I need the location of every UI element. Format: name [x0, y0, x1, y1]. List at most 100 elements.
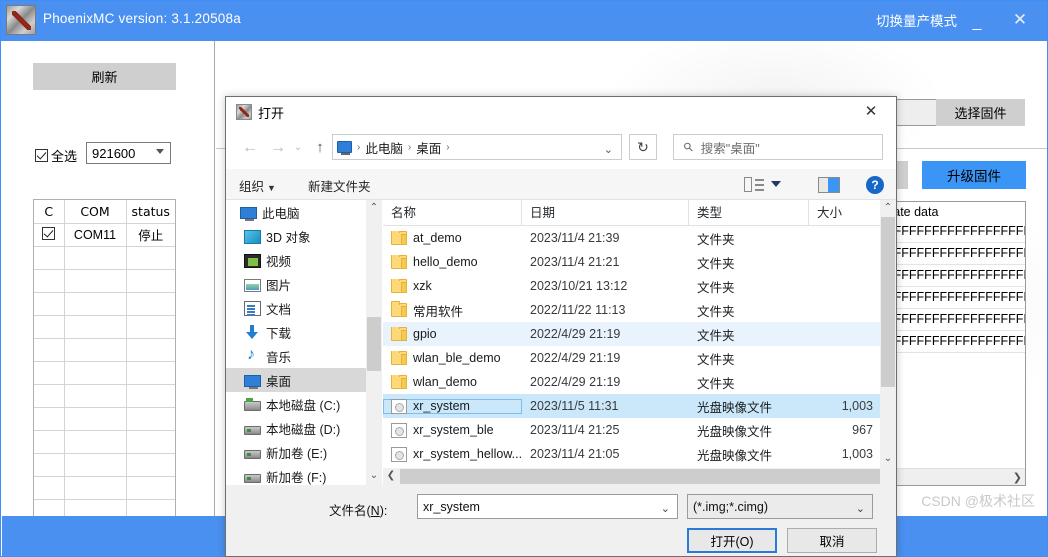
nav-item-documents[interactable]: 文档: [226, 296, 366, 320]
chevron-down-icon[interactable]: ⌄: [604, 143, 613, 156]
nav-item-volume-f[interactable]: 新加卷 (F:): [226, 464, 366, 485]
help-icon[interactable]: ?: [866, 176, 884, 194]
table-row[interactable]: [34, 407, 175, 431]
scroll-down-icon[interactable]: ⌄: [880, 451, 896, 468]
cancel-button[interactable]: 取消: [787, 528, 877, 553]
file-name-cell[interactable]: xr_system_hellow...: [383, 446, 522, 462]
file-row[interactable]: wlan_ble_demo 2022/4/29 21:19 文件夹: [383, 346, 896, 370]
file-row[interactable]: gpio 2022/4/29 21:19 文件夹: [383, 322, 896, 346]
upgrade-firmware-button[interactable]: 升级固件: [922, 161, 1026, 189]
navigation-pane[interactable]: 此电脑 3D 对象 视频 图片 文档 下载 ♪ 音乐 桌面 本地磁盘 (C:) …: [226, 200, 366, 485]
hex-panel-hscrollbar[interactable]: ❯: [884, 468, 1025, 485]
column-header-name[interactable]: 名称: [383, 199, 522, 226]
file-row-selected[interactable]: xr_system 2023/11/5 11:31 光盘映像文件 1,003: [383, 394, 896, 418]
search-input[interactable]: ⚲ 搜索"桌面": [673, 134, 883, 160]
table-row[interactable]: [34, 292, 175, 316]
nav-item-pictures[interactable]: 图片: [226, 272, 366, 296]
nav-item-local-disk-d[interactable]: 本地磁盘 (D:): [226, 416, 366, 440]
column-header-size[interactable]: 大小: [809, 200, 879, 226]
table-row[interactable]: [34, 476, 175, 500]
open-button[interactable]: 打开(O): [687, 528, 777, 553]
chevron-down-icon[interactable]: ⌄: [661, 502, 670, 515]
table-row[interactable]: [34, 246, 175, 270]
table-row[interactable]: [34, 384, 175, 408]
baudrate-select[interactable]: 921600: [86, 142, 171, 164]
back-icon[interactable]: ←: [238, 136, 262, 160]
scroll-left-icon[interactable]: ❮: [383, 468, 399, 485]
nav-item-local-disk-c[interactable]: 本地磁盘 (C:): [226, 392, 366, 416]
minimize-button[interactable]: _: [962, 5, 992, 35]
com-port-table[interactable]: C COM status COM11 停止: [33, 199, 176, 517]
row-checkbox[interactable]: [42, 226, 56, 240]
table-row[interactable]: [34, 315, 175, 339]
preview-pane-icon[interactable]: [818, 177, 840, 193]
file-row[interactable]: wlan_demo 2022/4/29 21:19 文件夹: [383, 370, 896, 394]
nav-item-3d-objects[interactable]: 3D 对象: [226, 224, 366, 248]
scrollbar-thumb[interactable]: [367, 317, 381, 371]
select-all-checkbox[interactable]: [35, 149, 48, 162]
file-name-cell[interactable]: xr_system_ble: [383, 422, 522, 438]
file-name-cell[interactable]: xzk: [383, 279, 522, 293]
column-header-type[interactable]: 类型: [689, 199, 809, 226]
file-row[interactable]: at_demo 2023/11/4 21:39 文件夹: [383, 226, 896, 250]
scrollbar-thumb[interactable]: [881, 217, 895, 387]
filename-input[interactable]: xr_system ⌄: [417, 494, 678, 519]
navigation-pane-scrollbar[interactable]: ⌃ ⌄: [366, 200, 382, 485]
nav-item-this-pc[interactable]: 此电脑: [226, 200, 366, 224]
forward-icon[interactable]: →: [266, 136, 290, 160]
breadcrumb-this-pc[interactable]: 此电脑: [363, 138, 405, 157]
choose-firmware-button[interactable]: 选择固件: [936, 99, 1025, 126]
scroll-right-icon[interactable]: ❯: [1013, 471, 1022, 484]
filetype-select[interactable]: (*.img;*.cimg) ⌄: [687, 494, 873, 519]
file-row[interactable]: hello_demo 2023/11/4 21:21 文件夹: [383, 250, 896, 274]
nav-item-downloads[interactable]: 下载: [226, 320, 366, 344]
file-name-cell[interactable]: 常用软件: [383, 301, 522, 320]
table-row[interactable]: COM11 停止: [34, 223, 175, 247]
table-row[interactable]: [34, 361, 175, 385]
nav-item-desktop[interactable]: 桌面: [226, 368, 366, 392]
refresh-button[interactable]: 刷新: [33, 63, 176, 90]
hex-data-panel[interactable]: vate data FFFFFFFFFFFFFFFFFF FFFFFF FFFFF…: [883, 201, 1026, 486]
file-list-hscrollbar[interactable]: ❮: [383, 468, 896, 485]
breadcrumb-desktop[interactable]: 桌面: [414, 138, 443, 157]
file-row[interactable]: 常用软件 2022/11/22 11:13 文件夹: [383, 298, 896, 322]
file-name-cell[interactable]: wlan_demo: [383, 375, 522, 389]
scroll-up-icon[interactable]: ⌃: [880, 200, 896, 217]
close-button[interactable]: ✕: [1003, 5, 1037, 35]
select-all-row[interactable]: 全选: [35, 146, 77, 165]
table-row[interactable]: [34, 499, 175, 517]
row-checkbox-cell[interactable]: [34, 223, 65, 247]
view-mode-chevron-down-icon[interactable]: [771, 181, 781, 187]
file-row[interactable]: xzk 2023/10/21 13:12 文件夹: [383, 274, 896, 298]
file-name-cell[interactable]: hello_demo: [383, 255, 522, 269]
file-list-scrollbar[interactable]: ⌃ ⌄: [880, 200, 896, 468]
nav-item-music[interactable]: 音乐: [226, 344, 366, 368]
nav-item-volume-e[interactable]: 新加卷 (E:): [226, 440, 366, 464]
recent-locations-icon[interactable]: ⌄: [290, 139, 306, 157]
file-name-cell[interactable]: wlan_ble_demo: [383, 351, 522, 365]
column-header-date[interactable]: 日期: [522, 199, 689, 226]
scroll-down-icon[interactable]: ⌄: [366, 468, 382, 485]
organize-menu-button[interactable]: 组织 ▼: [239, 176, 276, 195]
nav-item-videos[interactable]: 视频: [226, 248, 366, 272]
table-row[interactable]: [34, 453, 175, 477]
switch-production-mode-button[interactable]: 切换量产模式: [876, 10, 957, 30]
file-name-cell[interactable]: gpio: [383, 327, 522, 341]
address-bar[interactable]: › 此电脑 › 桌面 › ⌄: [332, 134, 622, 160]
table-row[interactable]: [34, 269, 175, 293]
hscrollbar-thumb[interactable]: [400, 469, 880, 484]
chevron-down-icon[interactable]: ⌄: [856, 502, 865, 515]
table-row[interactable]: [34, 430, 175, 454]
new-folder-button[interactable]: 新建文件夹: [308, 176, 371, 195]
file-name-cell[interactable]: at_demo: [383, 231, 522, 245]
up-icon[interactable]: ↑: [308, 136, 332, 160]
dialog-close-button[interactable]: ✕: [850, 97, 892, 126]
scroll-up-icon[interactable]: ⌃: [366, 200, 382, 217]
view-mode-icon[interactable]: [744, 177, 764, 192]
file-row[interactable]: xr_system_ble 2023/11/4 21:25 光盘映像文件 967: [383, 418, 896, 442]
file-list[interactable]: 名称 日期 类型 大小 at_demo 2023/11/4 21:39 文件夹: [383, 199, 896, 485]
table-row[interactable]: [34, 338, 175, 362]
refresh-icon[interactable]: ↻: [629, 134, 657, 160]
file-row[interactable]: xr_system_hellow... 2023/11/4 21:05 光盘映像…: [383, 442, 896, 466]
file-name-cell[interactable]: xr_system: [383, 398, 522, 414]
